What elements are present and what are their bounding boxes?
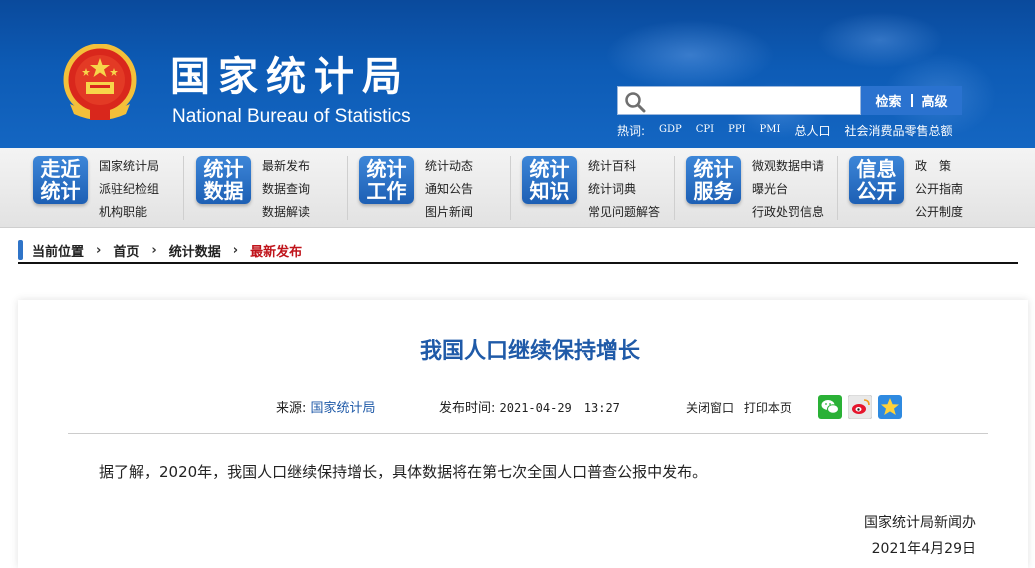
hot-word-link[interactable]: 总人口 bbox=[794, 122, 830, 140]
article-source: 来源: 国家统计局 bbox=[276, 397, 376, 416]
nav-link[interactable]: 微观数据申请 bbox=[752, 155, 824, 178]
site-subtitle: National Bureau of Statistics bbox=[172, 106, 411, 127]
breadcrumb-current[interactable]: 最新发布 bbox=[250, 241, 302, 260]
signature-org: 国家统计局新闻办 bbox=[864, 515, 976, 531]
nav-badge-knowledge[interactable]: 统计 知识 bbox=[522, 156, 577, 204]
nav-link[interactable]: 派驻纪检组 bbox=[99, 178, 159, 201]
nav-group-service: 统计 服务 微观数据申请 曝光台 行政处罚信息 bbox=[675, 148, 837, 228]
hot-word-link[interactable]: GDP bbox=[659, 124, 682, 140]
breadcrumb-label: 当前位置 bbox=[32, 244, 85, 260]
source-value: 国家统计局 bbox=[310, 401, 376, 416]
nav-link[interactable]: 公开指南 bbox=[915, 178, 963, 201]
nav-link[interactable]: 通知公告 bbox=[425, 178, 473, 201]
search-buttons: 检索 高级 bbox=[861, 86, 962, 115]
nav-badge-disclosure[interactable]: 信息 公开 bbox=[849, 156, 904, 204]
nav-group-knowledge: 统计 知识 统计百科 统计词典 常见问题解答 bbox=[511, 148, 674, 228]
breadcrumb-data[interactable]: 统计数据 bbox=[169, 241, 221, 260]
nav-group-disclosure: 信息 公开 政 策 公开指南 公开制度 bbox=[838, 148, 1035, 228]
nav-link[interactable]: 公开制度 bbox=[915, 201, 963, 224]
nav-group-data: 统计 数据 最新发布 数据查询 数据解读 bbox=[184, 148, 347, 228]
hot-words: 热词: GDP CPI PPI PMI 总人口 社会消费品零售总额 bbox=[617, 122, 967, 140]
nav-group-about: 走近 统计 国家统计局 派驻纪检组 机构职能 bbox=[0, 148, 183, 228]
time-value: 2021-04-29 13:27 bbox=[499, 401, 620, 415]
breadcrumb-home[interactable]: 首页 bbox=[113, 241, 139, 260]
site-title[interactable]: 国家统计局 bbox=[170, 44, 410, 102]
nav-link[interactable]: 机构职能 bbox=[99, 201, 159, 224]
nav-badge-about[interactable]: 走近 统计 bbox=[33, 156, 88, 204]
nav-link[interactable]: 数据查询 bbox=[262, 178, 310, 201]
nav-link[interactable]: 政 策 bbox=[915, 155, 963, 178]
source-label: 来源: bbox=[276, 401, 307, 416]
nav-badge-work[interactable]: 统计 工作 bbox=[359, 156, 414, 204]
hot-word-link[interactable]: PPI bbox=[728, 124, 745, 140]
chevron-right-icon: › bbox=[96, 242, 102, 258]
article-body: 据了解，2020年，我国人口继续保持增长，具体数据将在第七次全国人口普查公报中发… bbox=[99, 463, 708, 481]
advanced-search-button[interactable]: 高级 bbox=[922, 91, 948, 110]
weibo-icon[interactable] bbox=[848, 395, 872, 419]
article-time: 发布时间: 2021-04-29 13:27 bbox=[439, 397, 620, 416]
national-emblem-icon bbox=[63, 44, 137, 120]
wechat-icon[interactable] bbox=[818, 395, 842, 419]
nav-link[interactable]: 常见问题解答 bbox=[588, 201, 660, 224]
nav-link[interactable]: 统计词典 bbox=[588, 178, 660, 201]
search-button[interactable]: 检索 bbox=[875, 91, 901, 110]
main-nav: 走近 统计 国家统计局 派驻纪检组 机构职能 统计 数据 最新发布 数据查询 数据解… bbox=[0, 148, 1035, 228]
chevron-right-icon: › bbox=[232, 242, 239, 258]
article-divider bbox=[68, 433, 988, 434]
breadcrumb: 当前位置 › 首页 › 统计数据 › 最新发布 bbox=[18, 238, 1018, 264]
nav-badge-data[interactable]: 统计 数据 bbox=[196, 156, 251, 204]
search-input[interactable] bbox=[617, 86, 861, 115]
hot-words-label: 热词: bbox=[617, 124, 646, 138]
chevron-right-icon: › bbox=[151, 242, 157, 258]
nav-badge-service[interactable]: 统计 服务 bbox=[686, 156, 741, 204]
qzone-icon[interactable] bbox=[878, 395, 902, 419]
hot-word-link[interactable]: PMI bbox=[760, 124, 781, 140]
site-header: 国家统计局 National Bureau of Statistics 检索 高… bbox=[0, 0, 1035, 148]
article-actions: 关闭窗口 打印本页 bbox=[686, 399, 798, 416]
hot-word-link[interactable]: CPI bbox=[696, 124, 714, 140]
nav-link[interactable]: 国家统计局 bbox=[99, 155, 159, 178]
breadcrumb-marker bbox=[18, 240, 23, 260]
nav-link[interactable]: 数据解读 bbox=[262, 201, 310, 224]
nav-link[interactable]: 统计百科 bbox=[588, 155, 660, 178]
nav-link[interactable]: 图片新闻 bbox=[425, 201, 473, 224]
article-title: 我国人口继续保持增长 bbox=[419, 339, 640, 364]
close-window-link[interactable]: 关闭窗口 bbox=[686, 401, 734, 415]
hot-word-link[interactable]: 社会消费品零售总额 bbox=[844, 122, 952, 140]
nav-link[interactable]: 统计动态 bbox=[425, 155, 473, 178]
nav-link[interactable]: 最新发布 bbox=[262, 155, 310, 178]
print-page-link[interactable]: 打印本页 bbox=[744, 401, 792, 415]
nav-link[interactable]: 行政处罚信息 bbox=[752, 201, 824, 224]
signature-date: 2021年4月29日 bbox=[871, 541, 976, 557]
nav-link[interactable]: 曝光台 bbox=[752, 178, 824, 201]
search-separator bbox=[910, 94, 913, 107]
nav-group-work: 统计 工作 统计动态 通知公告 图片新闻 bbox=[348, 148, 510, 228]
search-icon bbox=[625, 92, 646, 113]
time-label: 发布时间: bbox=[439, 401, 496, 416]
